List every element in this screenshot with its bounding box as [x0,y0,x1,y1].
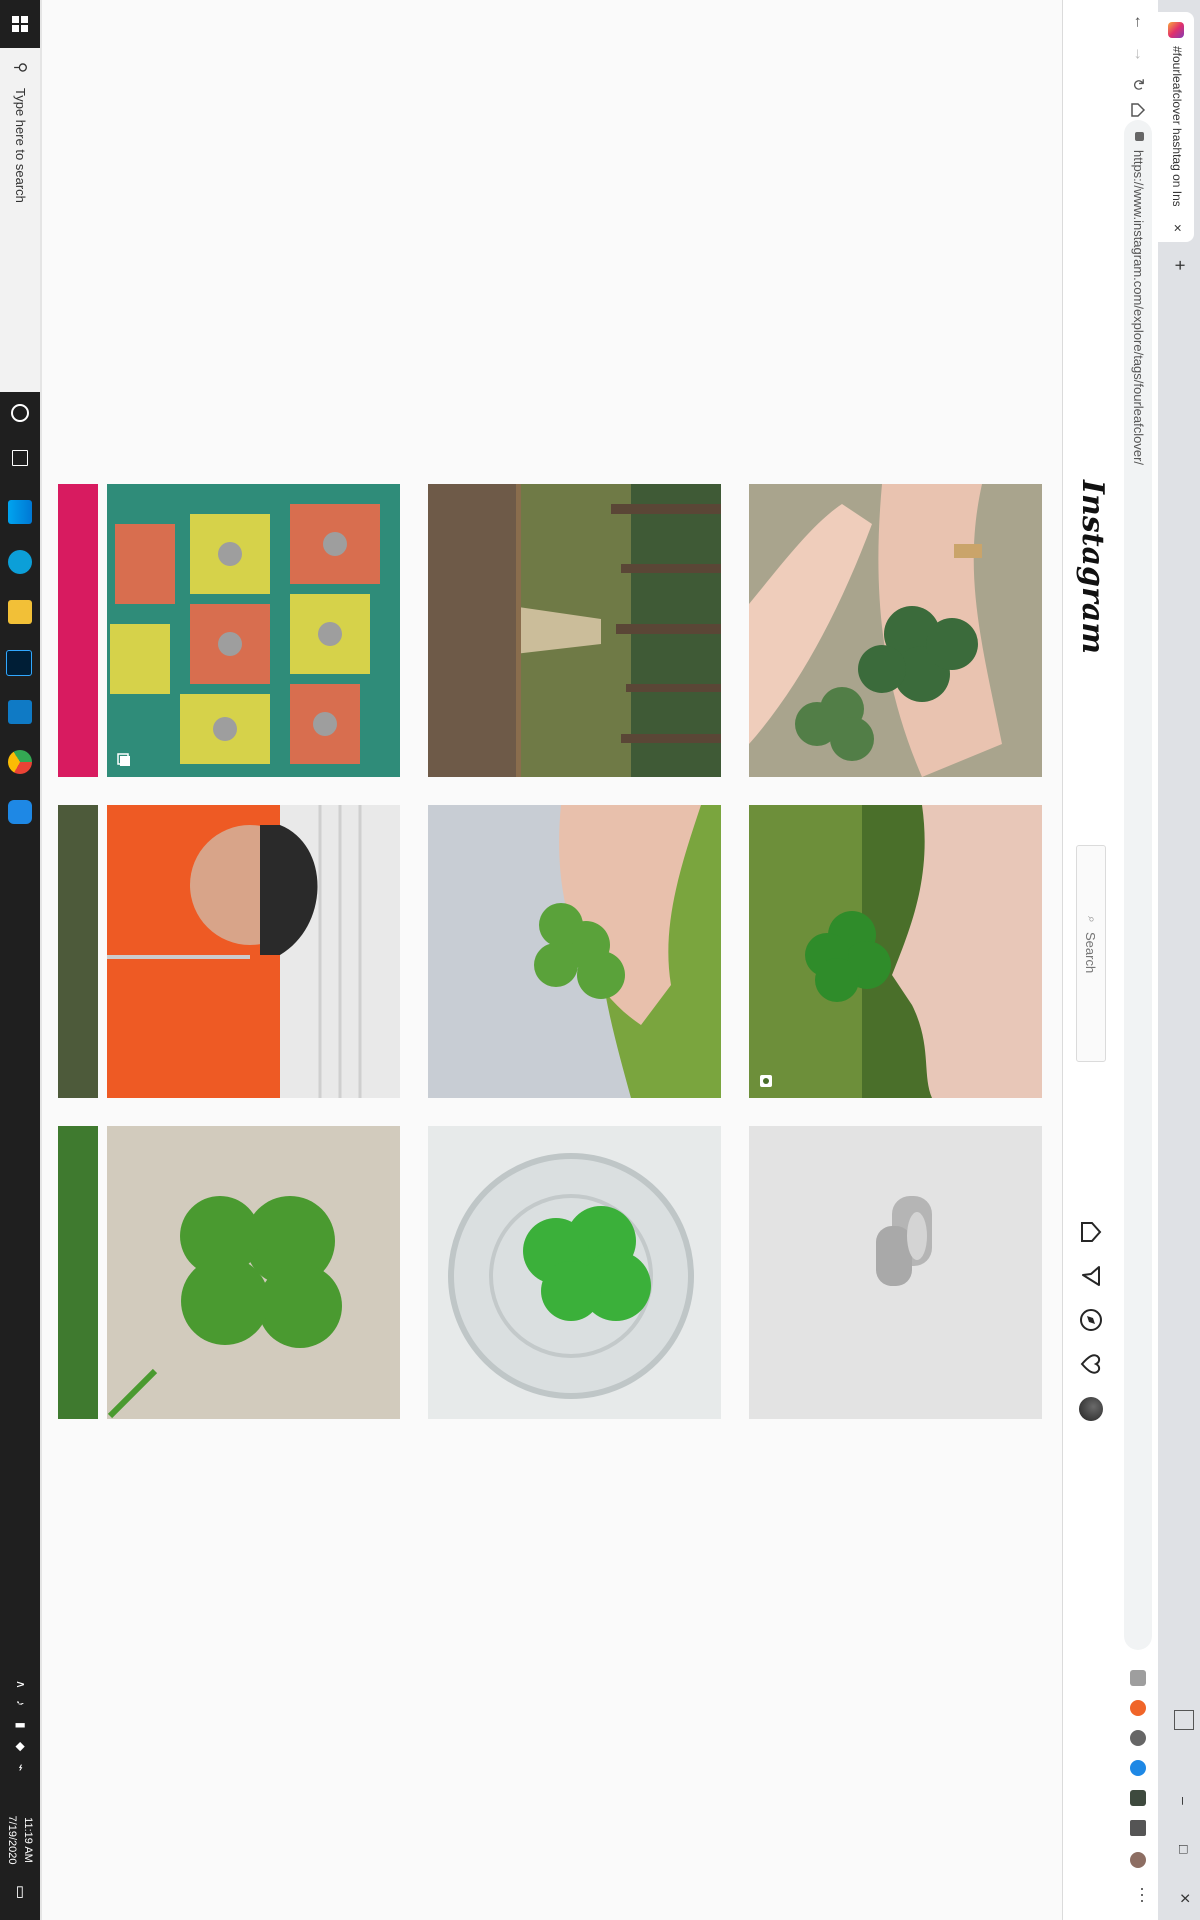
notifications-icon[interactable]: ▭ [12,1885,30,1899]
tab-close-icon[interactable]: × [1170,224,1186,232]
instagram-logo[interactable]: Instagram [1075,480,1110,654]
four-leaf-closeup-image [107,1126,400,1419]
app-icon[interactable] [8,700,32,724]
activity-heart-icon[interactable] [1079,1352,1103,1376]
network-icon[interactable]: ⌁ [14,1764,28,1771]
extension-blue-icon[interactable] [1130,1760,1146,1776]
clover-ring-hands-image [749,484,1042,777]
post-clover-held-fingers[interactable] [428,805,721,1098]
post-green-partial[interactable] [58,1126,98,1419]
extension-g-icon[interactable] [1130,1670,1146,1686]
smiling-child-image [107,805,400,1098]
new-tab-button[interactable]: + [1169,260,1190,271]
store-icon[interactable] [8,500,32,524]
extensions-puzzle-icon[interactable] [1130,1820,1146,1836]
browser-toolbar: ← → ↻ https://www.instagram.com/explore/… [1117,0,1158,1920]
battery-icon[interactable]: ▮ [14,1722,28,1729]
browser-tab-strip: #fourleafclover hashtag on Insta × + – □… [1158,0,1200,1920]
silver-rings-image [749,1126,1042,1419]
post-smiling-child[interactable] [107,805,400,1098]
clock[interactable]: 11:19 AM 7/19/2020 [4,1810,36,1870]
extension-screen-icon[interactable] [1130,1790,1146,1806]
post-four-leaf-closeup[interactable] [107,1126,400,1419]
post-clover-ring-hands[interactable] [749,484,1042,777]
taskbar-search-placeholder: Type here to search [13,88,28,203]
extension-circle-icon[interactable] [1130,1730,1146,1746]
post-garden-path[interactable] [428,484,721,777]
lock-icon [1135,132,1144,141]
clover-in-glass-image [428,1126,721,1419]
post-pink-partial[interactable] [58,484,98,777]
windows-start-icon[interactable] [0,0,40,48]
extension-orange-icon[interactable] [1130,1700,1146,1716]
clover-held-grass-image [749,805,1042,1098]
minimize-button[interactable]: – [1176,1797,1192,1805]
search-input[interactable] [1080,930,1102,1044]
post-clover-in-glass[interactable] [428,1126,721,1419]
search-icon: ⚲ [12,62,29,73]
settings-app-icon[interactable] [8,800,32,824]
sidebar-panel-icon[interactable] [1174,1710,1194,1730]
profile-icon[interactable] [1130,1852,1146,1868]
butterfly-earrings-image [107,484,400,777]
post-silver-rings[interactable] [749,1126,1042,1419]
post-clover-held-grass[interactable] [749,805,1042,1098]
horizontal-scrollbar[interactable] [40,0,42,1920]
avatar[interactable] [1079,1397,1103,1421]
maximize-button[interactable]: □ [1176,1845,1192,1853]
instagram-header: Instagram ⌕ [1062,0,1118,1920]
photoshop-icon[interactable] [6,650,32,676]
reload-icon[interactable]: ↻ [1128,78,1148,91]
forward-icon[interactable]: → [1130,46,1148,62]
cortana-icon[interactable] [11,404,29,422]
menu-icon[interactable]: ⋯ [1131,1886,1152,1904]
clock-date: 7/19/2020 [6,1815,18,1865]
explore-compass-icon[interactable] [1079,1308,1103,1332]
clock-time: 11:19 AM [22,1817,34,1863]
task-view-icon[interactable] [12,450,28,466]
taskbar-search-box[interactable]: ⚲ Type here to search [0,48,40,392]
home-icon[interactable] [1079,1220,1103,1244]
search-box[interactable]: ⌕ [1076,845,1106,1062]
back-icon[interactable]: ← [1130,14,1148,30]
edge-icon[interactable] [8,550,32,574]
browser-tab[interactable]: #fourleafclover hashtag on Insta × [1158,12,1194,242]
tab-title: #fourleafclover hashtag on Insta [1170,46,1184,206]
video-icon [760,1075,772,1087]
clover-held-fingers-image [428,805,721,1098]
dropbox-icon[interactable]: ◆ [14,1742,28,1751]
windows-taskbar: ⚲ Type here to search ∧ ♪ ▮ ◆ ⌁ 11:19 AM… [0,0,40,1920]
volume-icon[interactable]: ♪ [14,1700,28,1706]
instagram-favicon-icon [1168,22,1184,38]
search-icon: ⌕ [1085,916,1099,923]
post-framed-partial[interactable] [58,805,98,1098]
address-bar[interactable]: https://www.instagram.com/explore/tags/f… [1124,120,1152,1650]
direct-message-icon[interactable] [1079,1264,1103,1288]
show-hidden-icons[interactable]: ∧ [14,1680,28,1689]
home-icon[interactable] [1130,102,1146,118]
chrome-icon[interactable] [8,750,32,774]
close-window-button[interactable]: × [1174,1893,1195,1904]
garden-path-image [428,484,721,777]
file-explorer-icon[interactable] [8,600,32,624]
post-butterfly-earrings[interactable] [107,484,400,777]
carousel-icon [117,753,130,766]
url-text: https://www.instagram.com/explore/tags/f… [1131,150,1146,466]
